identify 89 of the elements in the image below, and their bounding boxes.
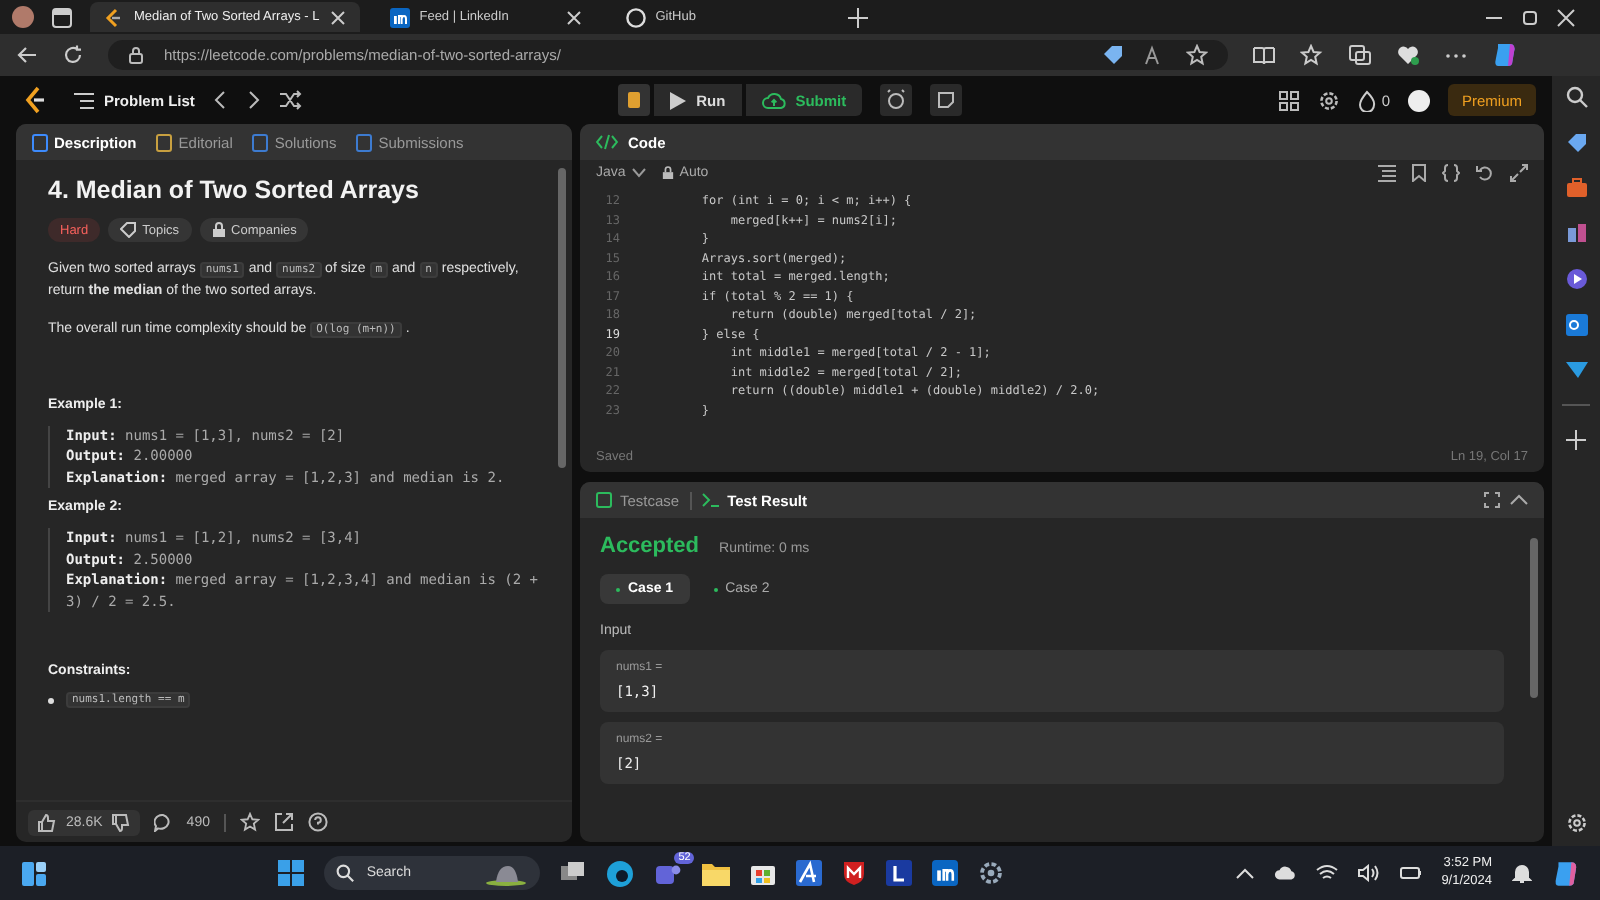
star-icon[interactable] (239, 812, 260, 832)
heart-icon[interactable] (1396, 44, 1420, 66)
thumbs-up-icon[interactable] (38, 813, 56, 831)
code-icon (596, 134, 618, 150)
flame-icon (1357, 89, 1376, 111)
speaker-icon[interactable] (1357, 864, 1380, 882)
format-icon[interactable] (1378, 164, 1396, 182)
user-avatar[interactable] (1408, 89, 1430, 111)
wifi-icon[interactable] (1315, 864, 1338, 882)
search-icon (336, 864, 355, 882)
close-icon[interactable] (1556, 7, 1576, 27)
chevron-left-icon[interactable] (212, 90, 229, 110)
braces-icon[interactable] (1442, 164, 1460, 182)
close-icon[interactable] (565, 9, 582, 25)
tab-icon (32, 133, 48, 151)
shuffle-icon[interactable] (280, 90, 303, 110)
add-icon[interactable] (1566, 430, 1586, 450)
reload-icon[interactable] (62, 44, 84, 66)
copilot-icon[interactable] (1552, 859, 1580, 887)
close-icon[interactable] (329, 9, 346, 25)
favorites-icon[interactable] (1300, 44, 1324, 66)
shield-icon[interactable] (842, 860, 867, 886)
lock-icon (661, 166, 674, 180)
mail-app-icon[interactable] (1565, 314, 1587, 336)
tag-icon[interactable] (1565, 132, 1587, 154)
scrollbar[interactable] (1530, 538, 1538, 698)
alarm-clock-icon[interactable] (880, 84, 913, 116)
checkbox-icon (596, 492, 612, 508)
chess-pieces-icon[interactable] (1565, 222, 1587, 244)
tab-actions-icon[interactable] (50, 5, 74, 29)
store-bag-icon[interactable] (750, 860, 777, 886)
leetcode-logo-icon (104, 7, 124, 27)
list-icon (74, 91, 94, 109)
scrollbar[interactable] (558, 168, 566, 468)
cloud-icon[interactable] (1273, 864, 1296, 882)
settings-icon[interactable] (978, 860, 1005, 886)
share-icon[interactable] (273, 812, 294, 832)
profile-avatar[interactable] (12, 6, 34, 28)
leetcode-logo-icon[interactable] (24, 86, 48, 114)
tab-icon (252, 133, 269, 151)
problem-title: 4. Median of Two Sorted Arrays (48, 176, 421, 204)
lock-icon (128, 46, 144, 64)
tab-icon (356, 133, 373, 151)
layout-grid-icon[interactable] (1277, 89, 1300, 111)
comment-icon[interactable] (154, 813, 173, 831)
settings-icon[interactable] (1317, 89, 1340, 111)
undo-icon[interactable] (1476, 164, 1494, 182)
widgets-icon[interactable] (20, 859, 48, 887)
back-arrow-icon[interactable] (16, 44, 38, 66)
start-windows-icon[interactable] (278, 860, 305, 886)
send-icon[interactable] (1565, 360, 1587, 380)
note-icon[interactable] (930, 84, 963, 116)
folder-icon[interactable] (702, 861, 731, 885)
play-circle-icon[interactable] (1565, 268, 1587, 290)
bell-icon[interactable] (1512, 862, 1532, 884)
cloud-upload-icon (761, 91, 786, 109)
chevron-right-icon[interactable] (246, 90, 263, 110)
terminal-icon (701, 492, 720, 508)
battery-icon[interactable] (1399, 864, 1422, 882)
restore-icon[interactable] (1520, 7, 1540, 27)
briefcase-icon[interactable] (1565, 178, 1587, 198)
app-tile-icon[interactable] (886, 860, 913, 886)
in-logo-icon (389, 7, 410, 27)
book-icon[interactable] (1252, 44, 1276, 66)
debug-icon[interactable] (618, 84, 651, 116)
fullscreen-icon[interactable] (1484, 492, 1500, 508)
bookmark-icon[interactable] (1412, 164, 1426, 182)
help-icon[interactable] (307, 812, 328, 832)
star-icon[interactable] (1186, 44, 1208, 66)
tag-icon[interactable] (1102, 44, 1124, 66)
copilot-icon[interactable] (1492, 42, 1518, 68)
settings-icon[interactable] (1565, 812, 1587, 834)
new-tab-icon[interactable] (847, 7, 868, 27)
tag-icon (120, 222, 137, 238)
cat-logo-icon (625, 7, 646, 27)
lock-icon (211, 222, 226, 238)
collections-icon[interactable] (1348, 44, 1372, 66)
play-icon (670, 91, 687, 109)
chevron-up-icon[interactable] (1510, 494, 1528, 506)
result-status: Accepted (600, 534, 700, 558)
edge-browser-icon[interactable] (606, 859, 635, 887)
expand-icon[interactable] (1510, 164, 1528, 182)
task-view-icon[interactable] (560, 860, 587, 886)
app-tile-icon[interactable] (796, 860, 823, 886)
in-logo-icon[interactable] (932, 860, 959, 886)
thumbs-down-icon[interactable] (112, 813, 131, 831)
search-icon[interactable] (1565, 86, 1587, 108)
chevron-down-icon (631, 168, 646, 178)
tab-icon (156, 133, 173, 151)
